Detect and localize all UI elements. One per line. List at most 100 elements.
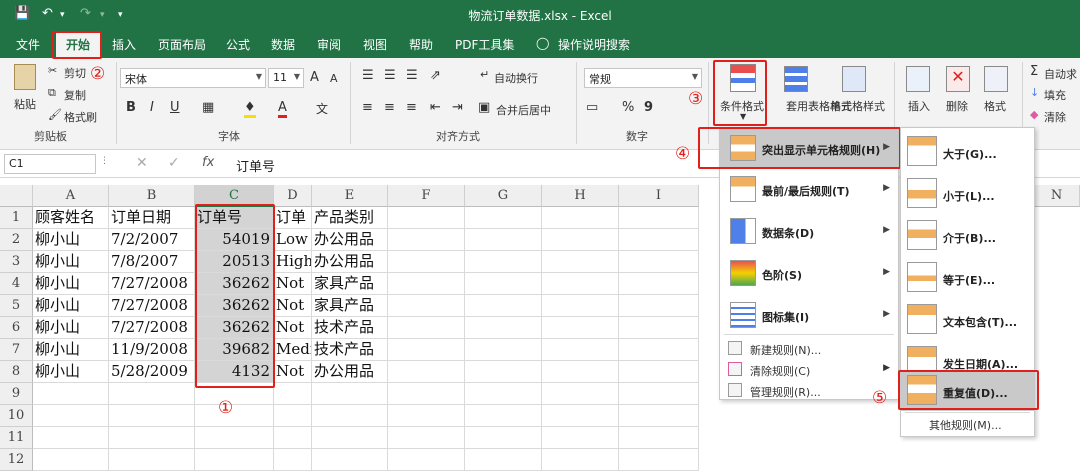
cell[interactable] — [542, 427, 619, 449]
cell[interactable] — [542, 229, 619, 251]
font-color-button[interactable]: A — [278, 100, 287, 118]
bottom-align-icon[interactable]: ☰ — [406, 68, 418, 83]
row-header[interactable]: 11 — [0, 427, 33, 449]
fill-color-icon[interactable]: ♦ — [244, 100, 256, 118]
cell[interactable]: Not — [274, 361, 312, 383]
cell[interactable] — [388, 361, 465, 383]
align-left-icon[interactable]: ≡ — [362, 100, 373, 115]
format-cells-button[interactable]: 格式 — [984, 98, 1006, 114]
cell[interactable] — [465, 427, 542, 449]
cell[interactable] — [388, 339, 465, 361]
merge-center-button[interactable]: 合并后居中 — [496, 102, 551, 118]
conditional-formatting-icon[interactable] — [730, 64, 756, 92]
cell[interactable] — [195, 383, 274, 405]
cell[interactable] — [312, 383, 388, 405]
cell[interactable] — [388, 317, 465, 339]
middle-align-icon[interactable]: ☰ — [384, 68, 396, 83]
cell[interactable] — [542, 251, 619, 273]
cell[interactable] — [465, 273, 542, 295]
borders-icon[interactable]: ▦ — [202, 100, 214, 115]
cell[interactable] — [388, 449, 465, 471]
cell[interactable] — [619, 295, 699, 317]
cell[interactable] — [465, 251, 542, 273]
row-header[interactable]: 3 — [0, 251, 33, 273]
row-header[interactable]: 9 — [0, 383, 33, 405]
italic-button[interactable]: I — [150, 100, 154, 115]
cell[interactable] — [619, 317, 699, 339]
cell[interactable]: 柳小山 — [33, 361, 109, 383]
cell[interactable]: Low — [274, 229, 312, 251]
cell[interactable] — [388, 273, 465, 295]
cell[interactable] — [312, 405, 388, 427]
row-header[interactable]: 1 — [0, 207, 33, 229]
tab-home[interactable]: 开始 — [56, 32, 101, 58]
row-header[interactable]: 6 — [0, 317, 33, 339]
scissors-icon[interactable]: ✂ — [48, 64, 57, 77]
cell[interactable]: 产品类别 — [312, 207, 388, 229]
font-name-select[interactable]: 宋体 ▼ — [120, 68, 266, 88]
row-header[interactable]: 12 — [0, 449, 33, 471]
top-align-icon[interactable]: ☰ — [362, 68, 374, 83]
cell[interactable] — [33, 449, 109, 471]
cell[interactable]: High — [274, 251, 312, 273]
submenu-item-text-contains[interactable]: 文本包含(T)... — [901, 300, 1034, 340]
eraser-icon[interactable]: ◆ — [1030, 108, 1038, 121]
increase-indent-icon[interactable]: ⇥ — [452, 100, 463, 115]
cell[interactable]: 柳小山 — [33, 251, 109, 273]
cell[interactable] — [33, 427, 109, 449]
cell[interactable]: Not — [274, 273, 312, 295]
cell[interactable] — [465, 317, 542, 339]
cell[interactable] — [619, 449, 699, 471]
cell[interactable] — [542, 383, 619, 405]
format-painter-icon[interactable]: 🖌 — [48, 108, 62, 121]
cell[interactable]: 订单号 — [195, 207, 274, 229]
cell[interactable] — [312, 427, 388, 449]
cell[interactable] — [619, 361, 699, 383]
cell[interactable]: 39682 — [195, 339, 274, 361]
cell[interactable]: Not — [274, 317, 312, 339]
cell[interactable] — [542, 273, 619, 295]
cell[interactable] — [388, 251, 465, 273]
comma-button[interactable]: 9 — [644, 100, 653, 115]
fill-button[interactable]: 填充 — [1044, 87, 1066, 103]
cell[interactable] — [542, 405, 619, 427]
cell[interactable]: 7/27/2008 — [109, 317, 195, 339]
cell[interactable]: 36262 — [195, 295, 274, 317]
tab-view[interactable]: 视图 — [363, 36, 387, 53]
cell[interactable]: 36262 — [195, 273, 274, 295]
cell[interactable]: 订单日期 — [109, 207, 195, 229]
cell[interactable] — [542, 295, 619, 317]
column-header[interactable]: C — [195, 185, 274, 207]
menu-item-highlight-rules[interactable]: 突出显示单元格规则(H) ▶ — [720, 128, 898, 168]
chevron-down-icon[interactable]: ▼ — [740, 112, 746, 121]
cell[interactable] — [542, 207, 619, 229]
cell[interactable] — [542, 317, 619, 339]
decrease-indent-icon[interactable]: ⇤ — [430, 100, 441, 115]
column-header[interactable]: H — [542, 185, 619, 207]
menu-item-top-bottom-rules[interactable]: 最前/最后规则(T) ▶ — [720, 172, 898, 208]
cell[interactable] — [465, 295, 542, 317]
cell[interactable]: 柳小山 — [33, 339, 109, 361]
cell[interactable]: 7/2/2007 — [109, 229, 195, 251]
column-header[interactable]: A — [33, 185, 109, 207]
percent-button[interactable]: % — [622, 100, 634, 115]
delete-cells-icon[interactable]: ✕ — [946, 66, 970, 92]
row-header[interactable]: 5 — [0, 295, 33, 317]
cell[interactable] — [619, 383, 699, 405]
underline-button[interactable]: U — [170, 100, 180, 115]
cell[interactable]: 办公用品 — [312, 251, 388, 273]
cell[interactable]: 柳小山 — [33, 273, 109, 295]
cell[interactable]: 7/27/2008 — [109, 295, 195, 317]
cell[interactable] — [542, 339, 619, 361]
cell[interactable] — [619, 427, 699, 449]
grow-font-button[interactable]: A — [310, 70, 319, 85]
align-right-icon[interactable]: ≡ — [406, 100, 417, 115]
cell-styles-button[interactable]: 单元格样式 — [830, 98, 885, 114]
cell[interactable] — [195, 405, 274, 427]
cell[interactable] — [195, 449, 274, 471]
cell[interactable] — [33, 383, 109, 405]
cell[interactable] — [109, 427, 195, 449]
tab-page-layout[interactable]: 页面布局 — [158, 36, 206, 53]
copy-icon[interactable]: ⧉ — [48, 86, 56, 100]
cell[interactable] — [312, 449, 388, 471]
